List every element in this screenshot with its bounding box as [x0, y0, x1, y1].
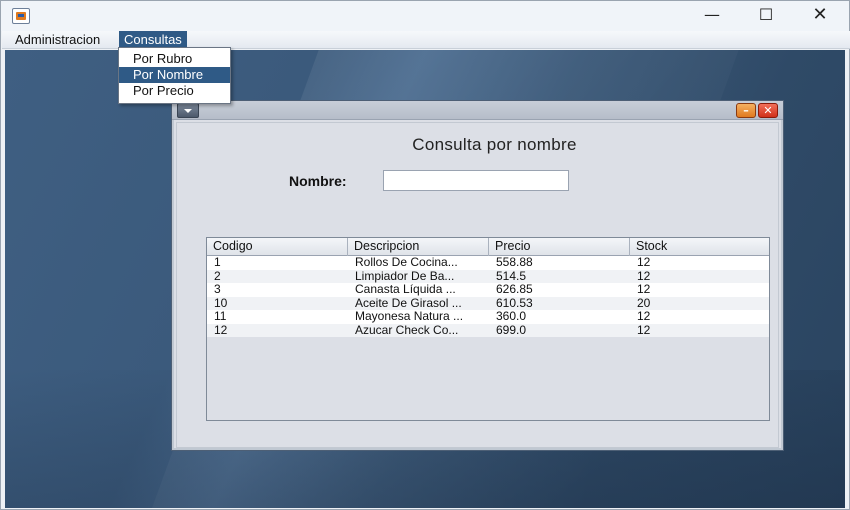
cell-precio: 610.53 [496, 296, 533, 310]
cell-stock: 12 [637, 323, 651, 337]
column-header-precio[interactable]: Precio [489, 238, 630, 256]
title-bar[interactable]: — ☐ ✕ [1, 1, 849, 31]
results-table[interactable]: Codigo Descripcion Precio Stock 1 Rollos… [206, 237, 770, 421]
cell-codigo: 2 [214, 269, 221, 283]
cell-descripcion: Aceite De Girasol ... [355, 296, 462, 310]
cell-precio: 626.85 [496, 283, 533, 296]
cell-precio: 514.5 [496, 269, 527, 283]
cell-codigo: 10 [214, 296, 228, 310]
cell-codigo: 1 [214, 256, 221, 269]
minimize-button[interactable]: — [689, 1, 735, 31]
cell-precio: 360.0 [496, 310, 527, 323]
cell-descripcion: Rollos De Cocina... [355, 256, 458, 269]
system-menu-icon[interactable] [177, 103, 199, 118]
cell-codigo: 3 [214, 283, 221, 296]
cell-codigo: 11 [214, 310, 227, 323]
internal-minimize-button[interactable]: – [736, 103, 756, 118]
cell-descripcion: Mayonesa Natura ... [355, 310, 464, 323]
java-icon[interactable] [12, 8, 30, 24]
cell-precio: 558.88 [496, 256, 533, 269]
cell-precio: 699.0 [496, 323, 527, 337]
cell-stock: 12 [637, 269, 651, 283]
table-row[interactable]: 1 Rollos De Cocina... 558.88 12 [207, 256, 769, 270]
page-title: Consulta por nombre [412, 135, 577, 154]
cell-stock: 12 [637, 256, 651, 269]
cell-descripcion: Limpiador De Ba... [355, 269, 455, 283]
cell-stock: 12 [637, 283, 651, 296]
cell-codigo: 12 [214, 323, 228, 337]
form-panel: Consulta por nombre Nombre: Codigo Descr… [176, 122, 779, 448]
menu-administracion[interactable]: Administracion [10, 31, 105, 49]
cell-descripcion: Canasta Líquida ... [355, 283, 456, 296]
consultas-dropdown: Por Rubro Por Nombre Por Precio [118, 47, 231, 104]
internal-frame-titlebar[interactable]: – ✕ [172, 101, 783, 120]
cell-stock: 20 [637, 296, 651, 310]
table-row[interactable]: 3 Canasta Líquida ... 626.85 12 [207, 283, 769, 297]
column-header-descripcion[interactable]: Descripcion [348, 238, 489, 256]
cell-stock: 12 [637, 310, 651, 323]
menu-item-por-precio[interactable]: Por Precio [119, 83, 230, 99]
column-header-codigo[interactable]: Codigo [207, 238, 348, 256]
nombre-input[interactable] [383, 170, 569, 191]
table-row[interactable]: 11 Mayonesa Natura ... 360.0 12 [207, 310, 769, 324]
table-body: 1 Rollos De Cocina... 558.88 12 2 Limpia… [207, 256, 769, 337]
column-header-stock[interactable]: Stock [630, 238, 769, 256]
nombre-label: Nombre: [289, 173, 347, 189]
menu-item-por-rubro[interactable]: Por Rubro [119, 51, 230, 67]
cell-descripcion: Azucar Check Co... [355, 323, 459, 337]
internal-frame: – ✕ Consulta por nombre Nombre: Codigo D… [171, 100, 784, 451]
menu-item-por-nombre[interactable]: Por Nombre [119, 67, 230, 83]
table-row[interactable]: 12 Azucar Check Co... 699.0 12 [207, 323, 769, 337]
table-header: Codigo Descripcion Precio Stock [207, 238, 769, 256]
table-row[interactable]: 10 Aceite De Girasol ... 610.53 20 [207, 296, 769, 310]
internal-close-button[interactable]: ✕ [758, 103, 778, 118]
close-button[interactable]: ✕ [797, 1, 843, 31]
table-row[interactable]: 2 Limpiador De Ba... 514.5 12 [207, 269, 769, 283]
maximize-button[interactable]: ☐ [743, 1, 789, 31]
